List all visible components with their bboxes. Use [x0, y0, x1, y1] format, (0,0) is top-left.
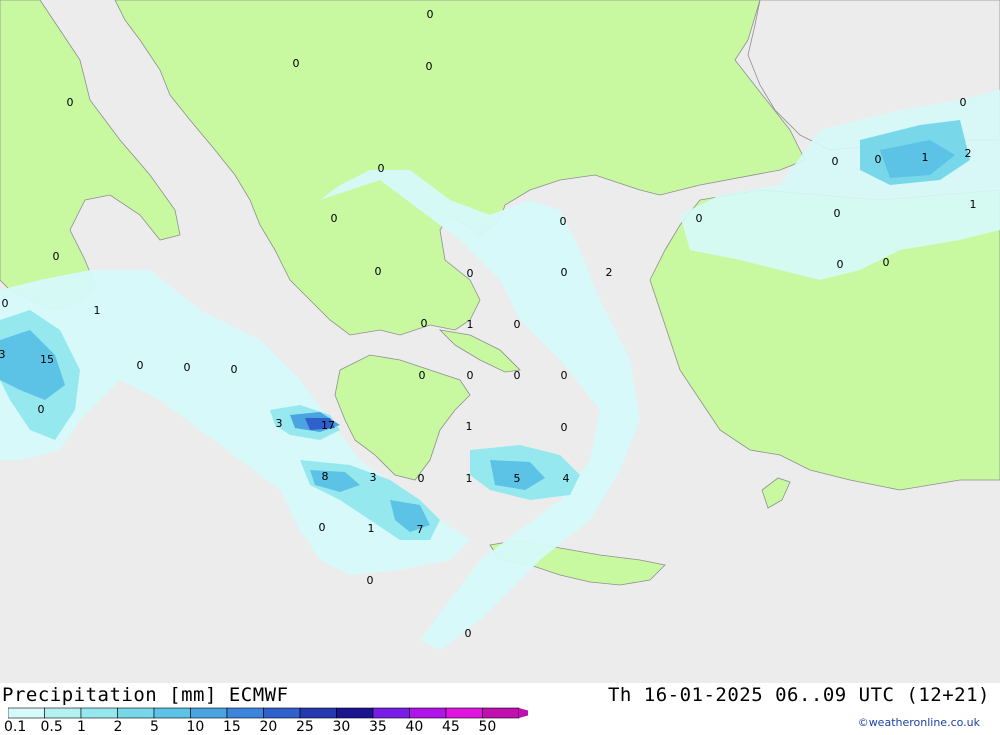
legend-swatch	[445, 707, 483, 719]
map-label: 0	[560, 215, 567, 228]
map-label: 5	[514, 472, 521, 485]
legend-arrow	[519, 708, 528, 718]
map-label: 0	[426, 60, 433, 73]
legend-swatch	[336, 707, 374, 719]
map-label: 0	[419, 369, 426, 382]
map-label: 0	[467, 267, 474, 280]
map-label: 1	[922, 151, 929, 164]
map-label: 2	[965, 147, 972, 160]
legend-swatch	[80, 707, 118, 719]
map-label: 0	[378, 162, 385, 175]
forecast-timestamp: Th 16-01-2025 06..09 UTC (12+21)	[607, 684, 990, 706]
map-label: 0	[696, 212, 703, 225]
legend-swatch	[226, 707, 264, 719]
map-label: 3	[276, 417, 283, 430]
map-label: 1	[94, 304, 101, 317]
map-label: 0	[184, 361, 191, 374]
map-label: 1	[466, 420, 473, 433]
legend-swatch	[299, 707, 337, 719]
map-label: 0	[883, 256, 890, 269]
legend-swatch	[44, 707, 82, 719]
map-label: 0	[367, 574, 374, 587]
map-label: 0	[421, 317, 428, 330]
map-footer: Precipitation [mm] ECMWF Th 16-01-2025 0…	[0, 683, 1000, 735]
map-label: 0	[137, 359, 144, 372]
map-label: 4	[563, 472, 570, 485]
legend-swatch	[8, 707, 45, 719]
precipitation-map: 0 0 0 0 0 0 0 0 1 2 1 0 0 0 0 0 0 0 0 2 …	[0, 0, 1000, 683]
map-label: 2	[606, 266, 613, 279]
legend-swatch	[117, 707, 155, 719]
map-label: 0	[561, 369, 568, 382]
legend-swatch	[153, 707, 191, 719]
map-label: 0	[514, 318, 521, 331]
map-label: 0	[561, 266, 568, 279]
map-label: 3	[370, 471, 377, 484]
map-label: 3	[0, 348, 6, 361]
map-label: 0	[293, 57, 300, 70]
map-label: 7	[417, 523, 424, 536]
map-title: Precipitation [mm] ECMWF	[2, 684, 289, 706]
map-label: 0	[427, 8, 434, 21]
map-label: 0	[960, 96, 967, 109]
legend-swatch	[263, 707, 301, 719]
map-label: 0	[67, 96, 74, 109]
map-label: 0	[467, 369, 474, 382]
map-label: 0	[514, 369, 521, 382]
map-label: 0	[561, 421, 568, 434]
legend-swatch	[482, 707, 520, 719]
legend-swatch	[372, 707, 410, 719]
map-label: 0	[38, 403, 45, 416]
map-label: 0	[834, 207, 841, 220]
map-label: 17	[321, 419, 335, 432]
map-label: 0	[53, 250, 60, 263]
map-label: 0	[331, 212, 338, 225]
map-label: 1	[467, 318, 474, 331]
map-label: 15	[40, 353, 54, 366]
map-label: 0	[231, 363, 238, 376]
map-label: 0	[418, 472, 425, 485]
map-label: 1	[466, 472, 473, 485]
legend-swatch	[409, 707, 447, 719]
legend-colorbar	[8, 707, 528, 719]
map-label: 0	[832, 155, 839, 168]
map-label: 0	[837, 258, 844, 271]
map-label: 1	[970, 198, 977, 211]
precipitation-legend: 0.1 0.5 1 2 5 10 15 20 25 30 35 40 45 50	[4, 707, 528, 735]
map-label: 0	[875, 153, 882, 166]
map-label: 0	[375, 265, 382, 278]
map-label: 1	[368, 522, 375, 535]
map-label: 0	[319, 521, 326, 534]
legend-swatch	[190, 707, 228, 719]
map-label: 8	[322, 470, 329, 483]
map-label: 0	[2, 297, 9, 310]
credit-link[interactable]: ©weatheronline.co.uk	[858, 716, 980, 729]
map-label: 0	[465, 627, 472, 640]
